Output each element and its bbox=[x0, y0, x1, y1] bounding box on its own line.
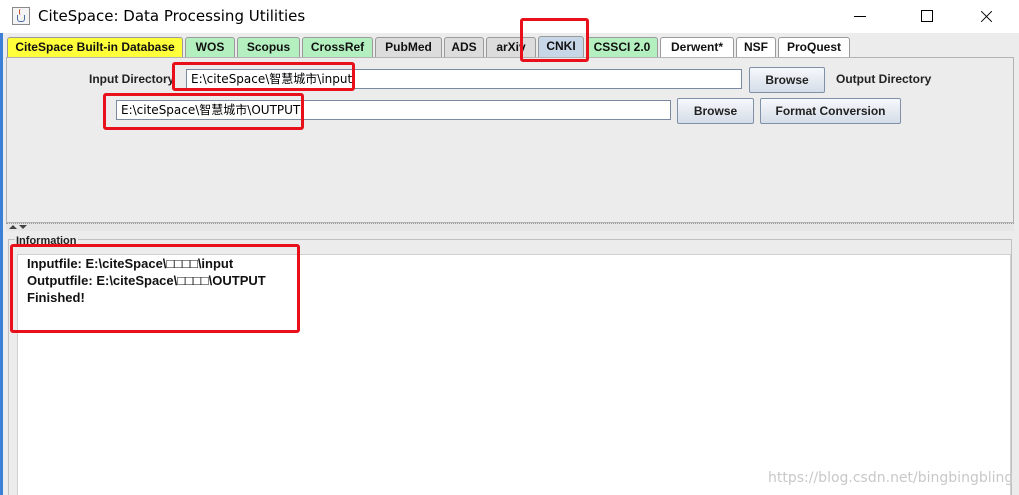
input-directory-label: Input Directory bbox=[89, 72, 175, 86]
tab-citespace-built-in-database[interactable]: CiteSpace Built-in Database bbox=[7, 37, 183, 57]
expand-down-icon[interactable] bbox=[19, 225, 27, 229]
tab-scopus[interactable]: Scopus bbox=[237, 37, 300, 57]
information-group: Information Inputfile: E:\citeSpace\□□□□… bbox=[8, 235, 1012, 495]
window-title: CiteSpace: Data Processing Utilities bbox=[38, 7, 306, 25]
information-log[interactable]: Inputfile: E:\citeSpace\□□□□\input Outpu… bbox=[17, 254, 1011, 495]
tab-crossref[interactable]: CrossRef bbox=[302, 37, 373, 57]
tab-cnki[interactable]: CNKI bbox=[538, 36, 584, 58]
output-directory-label: Output Directory bbox=[836, 72, 932, 86]
information-title: Information bbox=[15, 235, 78, 247]
browse-output-button[interactable]: Browse bbox=[677, 98, 754, 124]
close-button[interactable] bbox=[963, 0, 1009, 33]
tab-derwent[interactable]: Derwent* bbox=[660, 37, 734, 57]
maximize-button[interactable] bbox=[904, 0, 950, 33]
split-pane-divider[interactable] bbox=[6, 223, 1014, 231]
log-line-inputfile: Inputfile: E:\citeSpace\□□□□\input bbox=[27, 256, 234, 271]
maximize-icon bbox=[921, 10, 933, 22]
minimize-button[interactable] bbox=[837, 0, 883, 33]
input-directory-field[interactable]: E:\citeSpace\智慧城市\input bbox=[186, 69, 742, 89]
format-conversion-button[interactable]: Format Conversion bbox=[760, 98, 901, 124]
watermark: https://blog.csdn.net/bingbingbling bbox=[768, 470, 1014, 486]
minimize-icon bbox=[854, 16, 866, 17]
tab-ads[interactable]: ADS bbox=[444, 37, 484, 57]
title-bar: CiteSpace: Data Processing Utilities bbox=[0, 0, 1019, 33]
tab-arxiv[interactable]: arXiv bbox=[486, 37, 536, 57]
browse-input-button[interactable]: Browse bbox=[749, 67, 825, 93]
log-line-finished: Finished! bbox=[27, 290, 85, 305]
expand-up-icon[interactable] bbox=[9, 225, 17, 229]
tab-wos[interactable]: WOS bbox=[185, 37, 235, 57]
tab-nsf[interactable]: NSF bbox=[736, 37, 776, 57]
output-directory-field[interactable]: E:\citeSpace\智慧城市\OUTPUT bbox=[116, 100, 671, 120]
java-app-icon bbox=[12, 7, 30, 25]
tab-proquest[interactable]: ProQuest bbox=[778, 37, 850, 57]
tab-cssci[interactable]: CSSCI 2.0 bbox=[586, 37, 658, 57]
log-line-outputfile: Outputfile: E:\citeSpace\□□□□\OUTPUT bbox=[27, 273, 266, 288]
tab-pubmed[interactable]: PubMed bbox=[375, 37, 442, 57]
